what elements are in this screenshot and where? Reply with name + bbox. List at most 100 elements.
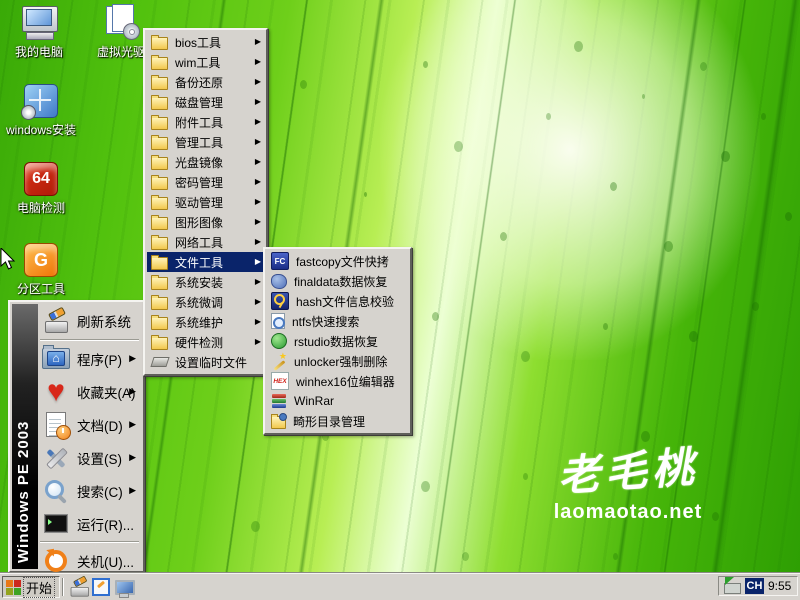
submenu-arrow-icon: ▶ xyxy=(129,386,136,397)
menu-item-file-tools[interactable]: 文件工具 ▶ xyxy=(147,252,264,272)
menu-separator xyxy=(40,541,139,543)
menu-item-winhex[interactable]: HEXwinhex16位编辑器 xyxy=(267,371,408,391)
menu-item-password-management[interactable]: 密码管理▶ xyxy=(147,172,264,192)
menu-item-label: 密码管理 xyxy=(175,174,223,191)
start-menu-item-programs[interactable]: ⌂ 程序(P) ▶ xyxy=(38,342,141,375)
folder-icon xyxy=(151,337,168,350)
start-menu-item-label: 搜索(C) xyxy=(77,481,123,501)
menu-item-label: 磁盘管理 xyxy=(175,94,223,111)
folder-icon xyxy=(151,177,168,190)
eraser-icon xyxy=(150,357,169,367)
folder-icon xyxy=(151,197,168,210)
menu-item-rstudio[interactable]: rstudio数据恢复 xyxy=(267,331,408,351)
submenu-arrow-icon: ▶ xyxy=(255,258,261,266)
menu-item-backup-restore[interactable]: 备份还原▶ xyxy=(147,72,264,92)
menu-item-unlocker[interactable]: unlocker强制删除 xyxy=(267,351,408,371)
submenu-arrow-icon: ▶ xyxy=(255,118,261,126)
quicklaunch-desktop-frame-icon[interactable] xyxy=(91,577,111,597)
wallpaper-watermark: 老毛桃 laomaotao.net xyxy=(538,438,718,524)
menu-item-graphics[interactable]: 图形图像▶ xyxy=(147,212,264,232)
search-icon xyxy=(42,477,70,505)
menu-item-label: ntfs快速搜索 xyxy=(292,313,359,330)
watermark-url: laomaotao.net xyxy=(538,501,718,524)
menu-item-label: 系统安装 xyxy=(175,274,223,291)
submenu-arrow-icon: ▶ xyxy=(255,138,261,146)
menu-item-wim-tools[interactable]: wim工具▶ xyxy=(147,52,264,72)
shutdown-icon xyxy=(42,547,70,575)
unlocker-wand-icon xyxy=(271,353,287,369)
submenu-arrow-icon: ▶ xyxy=(129,452,136,463)
language-indicator[interactable]: CH xyxy=(745,578,764,594)
submenu-arrow-icon: ▶ xyxy=(129,419,136,430)
menu-item-label: 备份还原 xyxy=(175,74,223,91)
start-menu-item-label: 设置(S) xyxy=(77,448,122,468)
fastcopy-icon: FC xyxy=(271,252,289,270)
input-method-icon[interactable] xyxy=(724,583,741,594)
start-menu-item-documents[interactable]: 文档(D) ▶ xyxy=(38,408,141,441)
menu-item-temp-files[interactable]: 设置临时文件 xyxy=(147,352,264,372)
detect-64-icon: 64 xyxy=(24,162,58,196)
menu-item-label: winhex16位编辑器 xyxy=(296,373,395,390)
quicklaunch-refresh-system-icon[interactable] xyxy=(67,577,87,597)
desktop-icon-label: 我的电脑 xyxy=(2,43,76,60)
folder-icon xyxy=(151,277,168,290)
start-menu-item-label: 收藏夹(A) xyxy=(77,382,136,402)
desktop-icon-label: windows安装 xyxy=(4,121,78,138)
menu-item-hardware-detect[interactable]: 硬件检测▶ xyxy=(147,332,264,352)
start-logo-icon xyxy=(6,580,21,595)
menu-item-label: rstudio数据恢复 xyxy=(294,333,378,350)
start-menu-item-label: 文档(D) xyxy=(77,415,123,435)
taskbar-divider xyxy=(62,578,64,596)
submenu-arrow-icon: ▶ xyxy=(255,218,261,226)
menu-item-label: 驱动管理 xyxy=(175,194,223,211)
folder-icon xyxy=(151,77,168,90)
start-menu-item-label: 程序(P) xyxy=(77,349,122,369)
programs-icon: ⌂ xyxy=(42,345,70,373)
menu-item-disk-management[interactable]: 磁盘管理▶ xyxy=(147,92,264,112)
menu-item-admin-tools[interactable]: 管理工具▶ xyxy=(147,132,264,152)
quicklaunch-show-desktop-icon[interactable] xyxy=(115,577,135,597)
menu-item-driver-management[interactable]: 驱动管理▶ xyxy=(147,192,264,212)
start-menu-item-search[interactable]: 搜索(C) ▶ xyxy=(38,474,141,507)
start-menu-item-favorites[interactable]: ♥ 收藏夹(A) ▶ xyxy=(38,375,141,408)
menu-item-ntfs-search[interactable]: ntfs快速搜索 xyxy=(267,311,408,331)
menu-item-finaldata[interactable]: finaldata数据恢复 xyxy=(267,271,408,291)
start-menu-item-refresh-system[interactable]: 刷新系统 xyxy=(38,304,141,338)
programs-submenu: bios工具▶ wim工具▶ 备份还原▶ 磁盘管理▶ 附件工具▶ 管理工具▶ 光… xyxy=(143,28,268,376)
start-menu-item-label: 关机(U)... xyxy=(77,551,134,571)
start-menu-item-settings[interactable]: 设置(S) ▶ xyxy=(38,441,141,474)
start-menu-item-label: 运行(R)... xyxy=(77,514,134,534)
refresh-system-icon xyxy=(42,307,70,335)
menu-item-accessories[interactable]: 附件工具▶ xyxy=(147,112,264,132)
submenu-arrow-icon: ▶ xyxy=(255,158,261,166)
folder-icon xyxy=(151,317,168,330)
submenu-arrow-icon: ▶ xyxy=(255,278,261,286)
menu-item-disc-image[interactable]: 光盘镜像 ▶ xyxy=(147,152,264,172)
clock[interactable]: 9:55 xyxy=(768,579,791,593)
windows-install-icon xyxy=(24,84,58,118)
menu-item-malformed-dir[interactable]: 畸形目录管理 xyxy=(267,411,408,431)
menu-item-label: wim工具 xyxy=(175,54,220,71)
menu-item-label: finaldata数据恢复 xyxy=(294,273,387,290)
menu-item-bios-tools[interactable]: bios工具▶ xyxy=(147,32,264,52)
desktop-icon-detect[interactable]: 64 电脑检测 xyxy=(4,160,78,216)
menu-item-label: WinRar xyxy=(294,394,334,408)
menu-item-system-tweak[interactable]: 系统微调▶ xyxy=(147,292,264,312)
desktop-icon-my-computer[interactable]: 我的电脑 xyxy=(2,4,76,60)
menu-item-label: hash文件信息校验 xyxy=(296,293,394,310)
menu-item-system-install[interactable]: 系统安装 ▶ xyxy=(147,272,264,292)
winrar-books-icon xyxy=(271,393,287,409)
start-menu-item-run[interactable]: 运行(R)... xyxy=(38,507,141,540)
menu-item-hash[interactable]: hash文件信息校验 xyxy=(267,291,408,311)
menu-item-label: 文件工具 xyxy=(175,254,223,271)
menu-item-winrar[interactable]: WinRar xyxy=(267,391,408,411)
desktop-icon-windows-install[interactable]: windows安装 xyxy=(4,82,78,138)
desktop: 老毛桃 laomaotao.net 我的电脑 虚拟光驱 windows安装 64… xyxy=(0,0,800,600)
menu-item-system-maintenance[interactable]: 系统维护▶ xyxy=(147,312,264,332)
menu-item-network-tools[interactable]: 网络工具▶ xyxy=(147,232,264,252)
menu-item-fastcopy[interactable]: FCfastcopy文件快拷 xyxy=(267,251,408,271)
my-computer-icon xyxy=(20,6,58,40)
start-button[interactable]: 开始 xyxy=(2,576,60,598)
taskbar: 开始 CH 9:55 xyxy=(0,573,800,600)
menu-item-label: 光盘镜像 xyxy=(175,154,223,171)
